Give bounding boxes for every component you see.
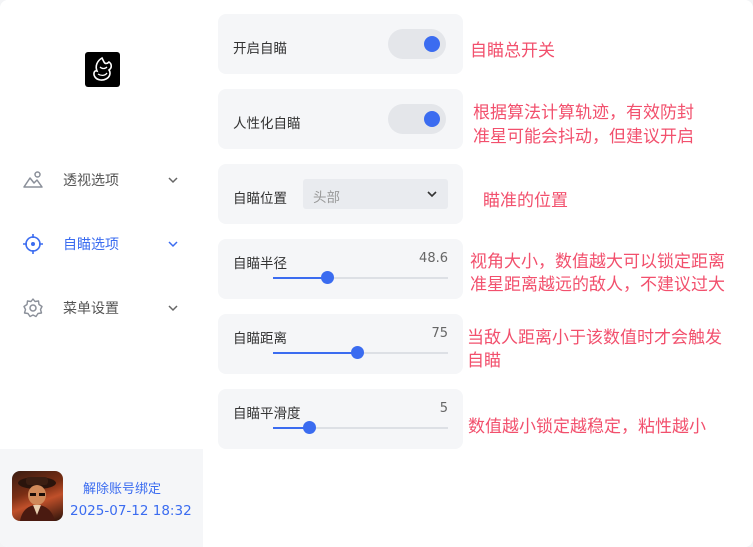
aim-distance-label: 自瞄距离	[233, 331, 287, 347]
aim-smoothing-label: 自瞄平滑度	[233, 406, 301, 422]
sidebar-item-label: 菜单设置	[63, 301, 119, 317]
aim-position-annotation: 瞄准的位置	[483, 191, 568, 211]
humanized-toggle[interactable]	[388, 104, 446, 134]
sidebar-item-visuals[interactable]: 透视选项	[0, 160, 203, 200]
chevron-down-icon	[168, 177, 178, 184]
aim-smoothing-annotation: 数值越小锁定越稳定，粘性越小	[468, 417, 706, 437]
humanized-annotation-line2: 准星可能会抖动，但建议开启	[473, 127, 694, 147]
slider-fill	[273, 277, 328, 279]
toggle-knob	[424, 36, 440, 52]
slider-thumb[interactable]	[303, 421, 317, 434]
sidebar-item-label: 透视选项	[63, 173, 119, 189]
app-window: 透视选项 自瞄选项 菜单设置 解除账号绑定 2025-07-12 18:32 开…	[0, 0, 753, 547]
chevron-down-icon	[427, 191, 437, 198]
toggle-knob	[424, 111, 440, 127]
slider-thumb[interactable]	[350, 346, 364, 359]
avatar-portrait-icon	[18, 477, 56, 521]
unbind-account-link[interactable]: 解除账号绑定	[83, 478, 161, 497]
aim-smoothing-card: 自瞄平滑度 5	[218, 389, 463, 449]
account-panel: 解除账号绑定 2025-07-12 18:32	[0, 449, 203, 547]
humanized-toggle-label: 人性化自瞄	[233, 116, 301, 132]
aim-smoothing-value: 5	[439, 401, 448, 416]
aim-smoothing-slider[interactable]	[273, 421, 448, 434]
gear-icon	[23, 298, 43, 318]
avatar	[12, 471, 63, 521]
aimbot-toggle-card: 开启自瞄	[218, 14, 463, 74]
chevron-down-icon	[168, 305, 178, 312]
sidebar-item-label: 自瞄选项	[63, 237, 119, 253]
aim-radius-card: 自瞄半径 48.6	[218, 239, 463, 299]
sidebar: 透视选项 自瞄选项 菜单设置 解除账号绑定 2025-07-12 18:32	[0, 0, 203, 547]
aim-radius-slider[interactable]	[273, 271, 448, 284]
sidebar-item-menu-settings[interactable]: 菜单设置	[0, 288, 203, 328]
crosshair-icon	[23, 234, 43, 254]
aim-distance-value: 75	[431, 326, 448, 341]
aimbot-toggle-label: 开启自瞄	[233, 41, 287, 57]
aimbot-toggle-annotation: 自瞄总开关	[470, 41, 555, 61]
aim-position-card: 自瞄位置 头部	[218, 164, 463, 224]
aim-position-label: 自瞄位置	[233, 191, 287, 207]
aim-distance-annotation-line2: 自瞄	[467, 351, 501, 371]
aim-radius-value: 48.6	[419, 251, 448, 266]
humanized-toggle-card: 人性化自瞄	[218, 89, 463, 149]
slider-fill	[273, 352, 357, 354]
aim-position-value: 头部	[313, 190, 340, 206]
aim-distance-annotation-line1: 当敌人距离小于该数值时才会触发	[467, 328, 722, 348]
aim-distance-card: 自瞄距离 75	[218, 314, 463, 374]
sidebar-item-aimbot[interactable]: 自瞄选项	[0, 224, 203, 264]
expiry-timestamp: 2025-07-12 18:32	[70, 503, 192, 519]
chevron-down-icon	[168, 241, 178, 248]
dragon-logo-icon	[93, 56, 113, 81]
aim-radius-annotation-line2: 准星距离越远的敌人，不建议过大	[470, 275, 725, 295]
landscape-icon	[23, 171, 43, 188]
aimbot-toggle[interactable]	[388, 29, 446, 59]
aim-radius-label: 自瞄半径	[233, 256, 287, 272]
aim-position-select[interactable]: 头部	[303, 179, 448, 209]
app-logo	[85, 52, 120, 87]
aim-radius-annotation-line1: 视角大小，数值越大可以锁定距离	[470, 252, 725, 272]
aim-distance-slider[interactable]	[273, 346, 448, 359]
slider-thumb[interactable]	[320, 271, 334, 284]
humanized-annotation-line1: 根据算法计算轨迹，有效防封	[473, 103, 694, 123]
